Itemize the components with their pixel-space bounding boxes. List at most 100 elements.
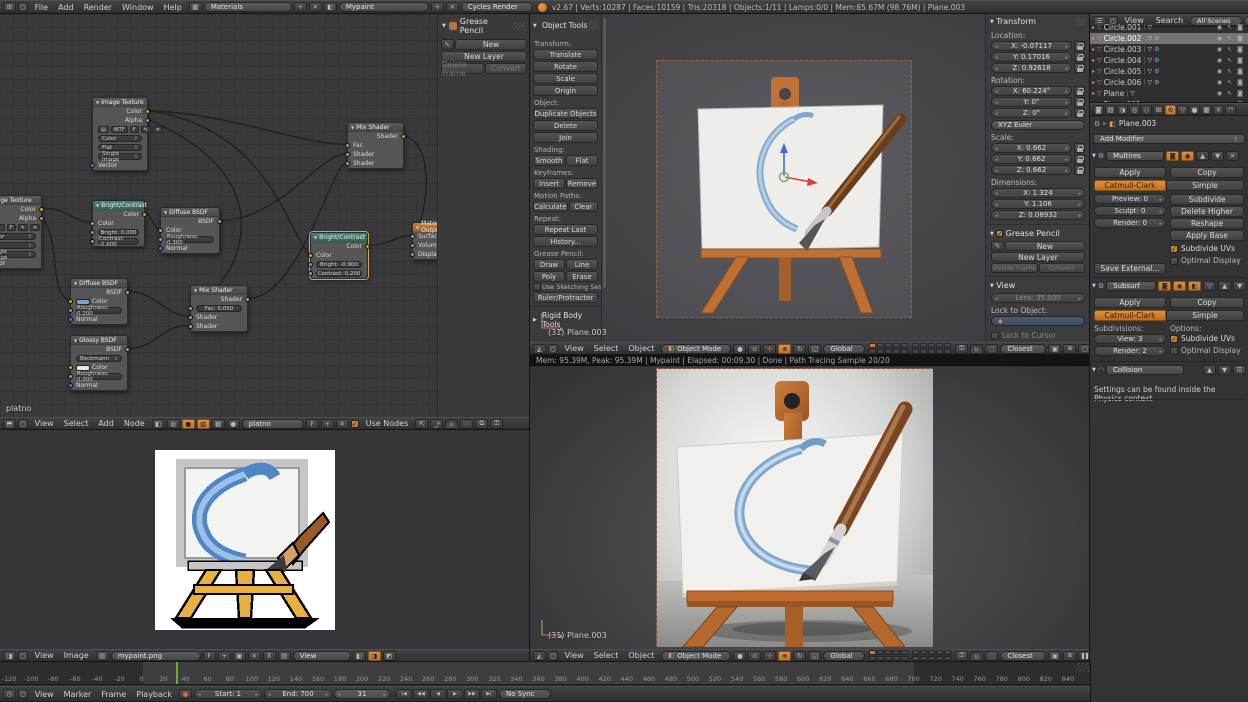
node-header[interactable]: ▼Bright/Contrast [93, 201, 144, 210]
restrict-view-icon[interactable]: ◉ [1217, 57, 1222, 64]
subsurf-render-toggle[interactable]: ◙ [1158, 281, 1171, 291]
location-field-2[interactable]: ◂Z: 0.92618▸ [991, 63, 1072, 73]
collapse-icon[interactable]: ▼ [74, 338, 77, 343]
gp-delete-frame-button[interactable]: Delete Frame [991, 263, 1038, 273]
tab-object-data[interactable]: ▽ [1177, 105, 1188, 115]
layer-toggle[interactable] [920, 349, 927, 354]
multires-name-field[interactable]: Multires [1106, 151, 1164, 161]
subsurf-simple-button[interactable]: Simple [1166, 310, 1244, 321]
transform-orientation-select[interactable]: Global [823, 651, 865, 661]
play-button[interactable]: ▶ [447, 689, 463, 699]
input-socket-bright-0-000[interactable] [90, 230, 95, 235]
layer-toggle[interactable] [928, 650, 935, 655]
mypaint-icon-image[interactable] [155, 450, 335, 630]
output-socket-bsdf[interactable] [125, 347, 130, 352]
info-menu-file[interactable]: File [30, 3, 53, 12]
scale-field-2[interactable]: ◂Z: 0.662▸ [991, 165, 1072, 175]
disclosure-icon[interactable]: ▸ [1092, 90, 1095, 97]
node-image-texture[interactable]: ▼Image TextureColorAlpha▤WTFF✎✕ColorFlat… [92, 97, 148, 171]
collapse-menus-icon[interactable]: ○ [18, 419, 28, 429]
gp-new-button[interactable]: New [455, 39, 527, 50]
multires-move-up[interactable]: ▲ [1196, 151, 1209, 161]
compositing-type-icon[interactable]: ▧ [197, 419, 210, 429]
subsurf-panel-header[interactable]: ▼⚙ Subsurf ◙ ◉ ◧ ▽ ▲ ▼ ✕ [1092, 281, 1246, 291]
input-socket-shader[interactable] [188, 324, 193, 329]
layer-toggle[interactable] [920, 650, 927, 655]
lock-to-scene-icon[interactable]: ⚿ [955, 651, 968, 661]
layers-widget[interactable] [869, 650, 951, 661]
erase-button[interactable]: Erase [566, 271, 598, 282]
scale-button[interactable]: Scale [533, 73, 598, 84]
render-opengl-icon[interactable]: ▣ [1048, 651, 1061, 661]
history-button[interactable]: History... [533, 236, 598, 247]
restrict-select-icon[interactable]: ↖ [1227, 68, 1232, 75]
input-socket-fac[interactable] [345, 143, 350, 148]
node-header[interactable]: ▼Glossy BSDF [71, 336, 127, 345]
output-socket-color[interactable] [142, 212, 147, 217]
disclosure-icon[interactable]: ▸ [1092, 24, 1095, 31]
input-socket-contrast-0-200[interactable] [308, 271, 313, 276]
multires-render-toggle[interactable]: ◙ [1166, 151, 1179, 161]
subsurf-cage-toggle[interactable]: ▽ [1203, 281, 1216, 291]
layers-widget[interactable] [869, 343, 951, 354]
editor-type-icon[interactable]: ⬒ [3, 419, 16, 429]
location-lock-icon-0[interactable] [1074, 41, 1085, 51]
extra-options-icon[interactable]: ▢ [1078, 344, 1090, 354]
collision-move-down[interactable]: ▼ [1218, 365, 1231, 375]
viewport-menu-view[interactable]: View [560, 344, 589, 353]
restrict-select-icon[interactable]: ↖ [1227, 79, 1232, 86]
image-unlink-button[interactable]: ✕ [248, 651, 261, 661]
node-slider[interactable]: Contrast: 0.200 [316, 270, 362, 277]
subsurf-optimal-checkbox[interactable] [1170, 347, 1178, 355]
gp-new-button[interactable]: New [1005, 241, 1085, 251]
snap-magnet-icon[interactable]: ∩ [970, 344, 983, 354]
collapse-icon[interactable]: ▼ [96, 203, 99, 208]
collision-move-up[interactable]: ▲ [1203, 365, 1216, 375]
fake-user-button[interactable]: F [203, 651, 216, 661]
tab-world[interactable]: ◎ [1129, 105, 1140, 115]
editor-type-icon[interactable]: ◭ [533, 344, 546, 354]
layer-toggle[interactable] [928, 656, 935, 661]
node-menu-node[interactable]: Node [119, 419, 150, 428]
shader-type-object-icon[interactable]: ◧ [152, 419, 165, 429]
image-view-mode-select[interactable]: View [293, 651, 351, 661]
timeline-menu-playback[interactable]: Playback [131, 690, 177, 699]
multires-catmull-clark-button[interactable]: Catmull-Clark [1094, 180, 1166, 191]
collapse-icon[interactable]: ▼ [194, 288, 197, 293]
view-panel-header[interactable]: ▼ View [986, 276, 1090, 292]
output-socket-bsdf[interactable] [217, 219, 222, 224]
restrict-view-icon[interactable]: ◉ [1217, 46, 1222, 53]
editor-type-icon[interactable]: ◭ [533, 651, 546, 661]
input-socket-normal[interactable] [158, 246, 163, 251]
restrict-select-icon[interactable]: ↖ [1227, 46, 1232, 53]
subsurf-view-field[interactable]: View: 3▸ [1094, 334, 1166, 344]
auto-keyframe-record-icon[interactable]: ● [179, 689, 192, 699]
current-frame-field[interactable]: ◂31▸ [334, 689, 390, 699]
viewport-menu-select[interactable]: Select [589, 344, 624, 353]
layer-toggle[interactable] [877, 349, 884, 354]
tab-modifiers[interactable]: ⚙ [1165, 105, 1176, 115]
location-field-0[interactable]: ◂X: -0.07117▸ [991, 41, 1072, 51]
multires-simple-button[interactable]: Simple [1166, 180, 1244, 191]
layer-toggle[interactable] [885, 656, 892, 661]
input-socket-color[interactable] [68, 365, 73, 370]
tab-constraints[interactable]: ⊞ [1153, 105, 1164, 115]
tab-render[interactable]: ◙ [1093, 105, 1104, 115]
view-border-icon[interactable]: ⇱ [415, 419, 428, 429]
manipulator-axes-icon[interactable]: ⊹ [763, 651, 776, 661]
location-lock-icon-1[interactable] [1074, 52, 1085, 62]
smooth-button[interactable]: Smooth [533, 155, 565, 166]
use-sketching-checkbox[interactable] [533, 283, 541, 291]
pivot-point-icon[interactable]: ⊙ [748, 651, 761, 661]
screen-delete-button[interactable]: ✕ [309, 2, 322, 12]
camera-frame[interactable] [656, 368, 932, 646]
output-socket-color[interactable] [39, 207, 44, 212]
subsurf-catmull-clark-button[interactable]: Catmull-Clark [1094, 310, 1166, 321]
subsurf-move-up[interactable]: ▲ [1218, 281, 1231, 291]
disclosure-icon[interactable]: ▸ [1092, 57, 1095, 64]
origin-button[interactable]: Origin [533, 85, 598, 96]
fake-user-button[interactable]: F [130, 126, 139, 133]
layer-toggle[interactable] [869, 349, 876, 354]
tool-shelf-scrollbar[interactable] [603, 18, 606, 288]
layer-toggle[interactable] [912, 343, 919, 348]
